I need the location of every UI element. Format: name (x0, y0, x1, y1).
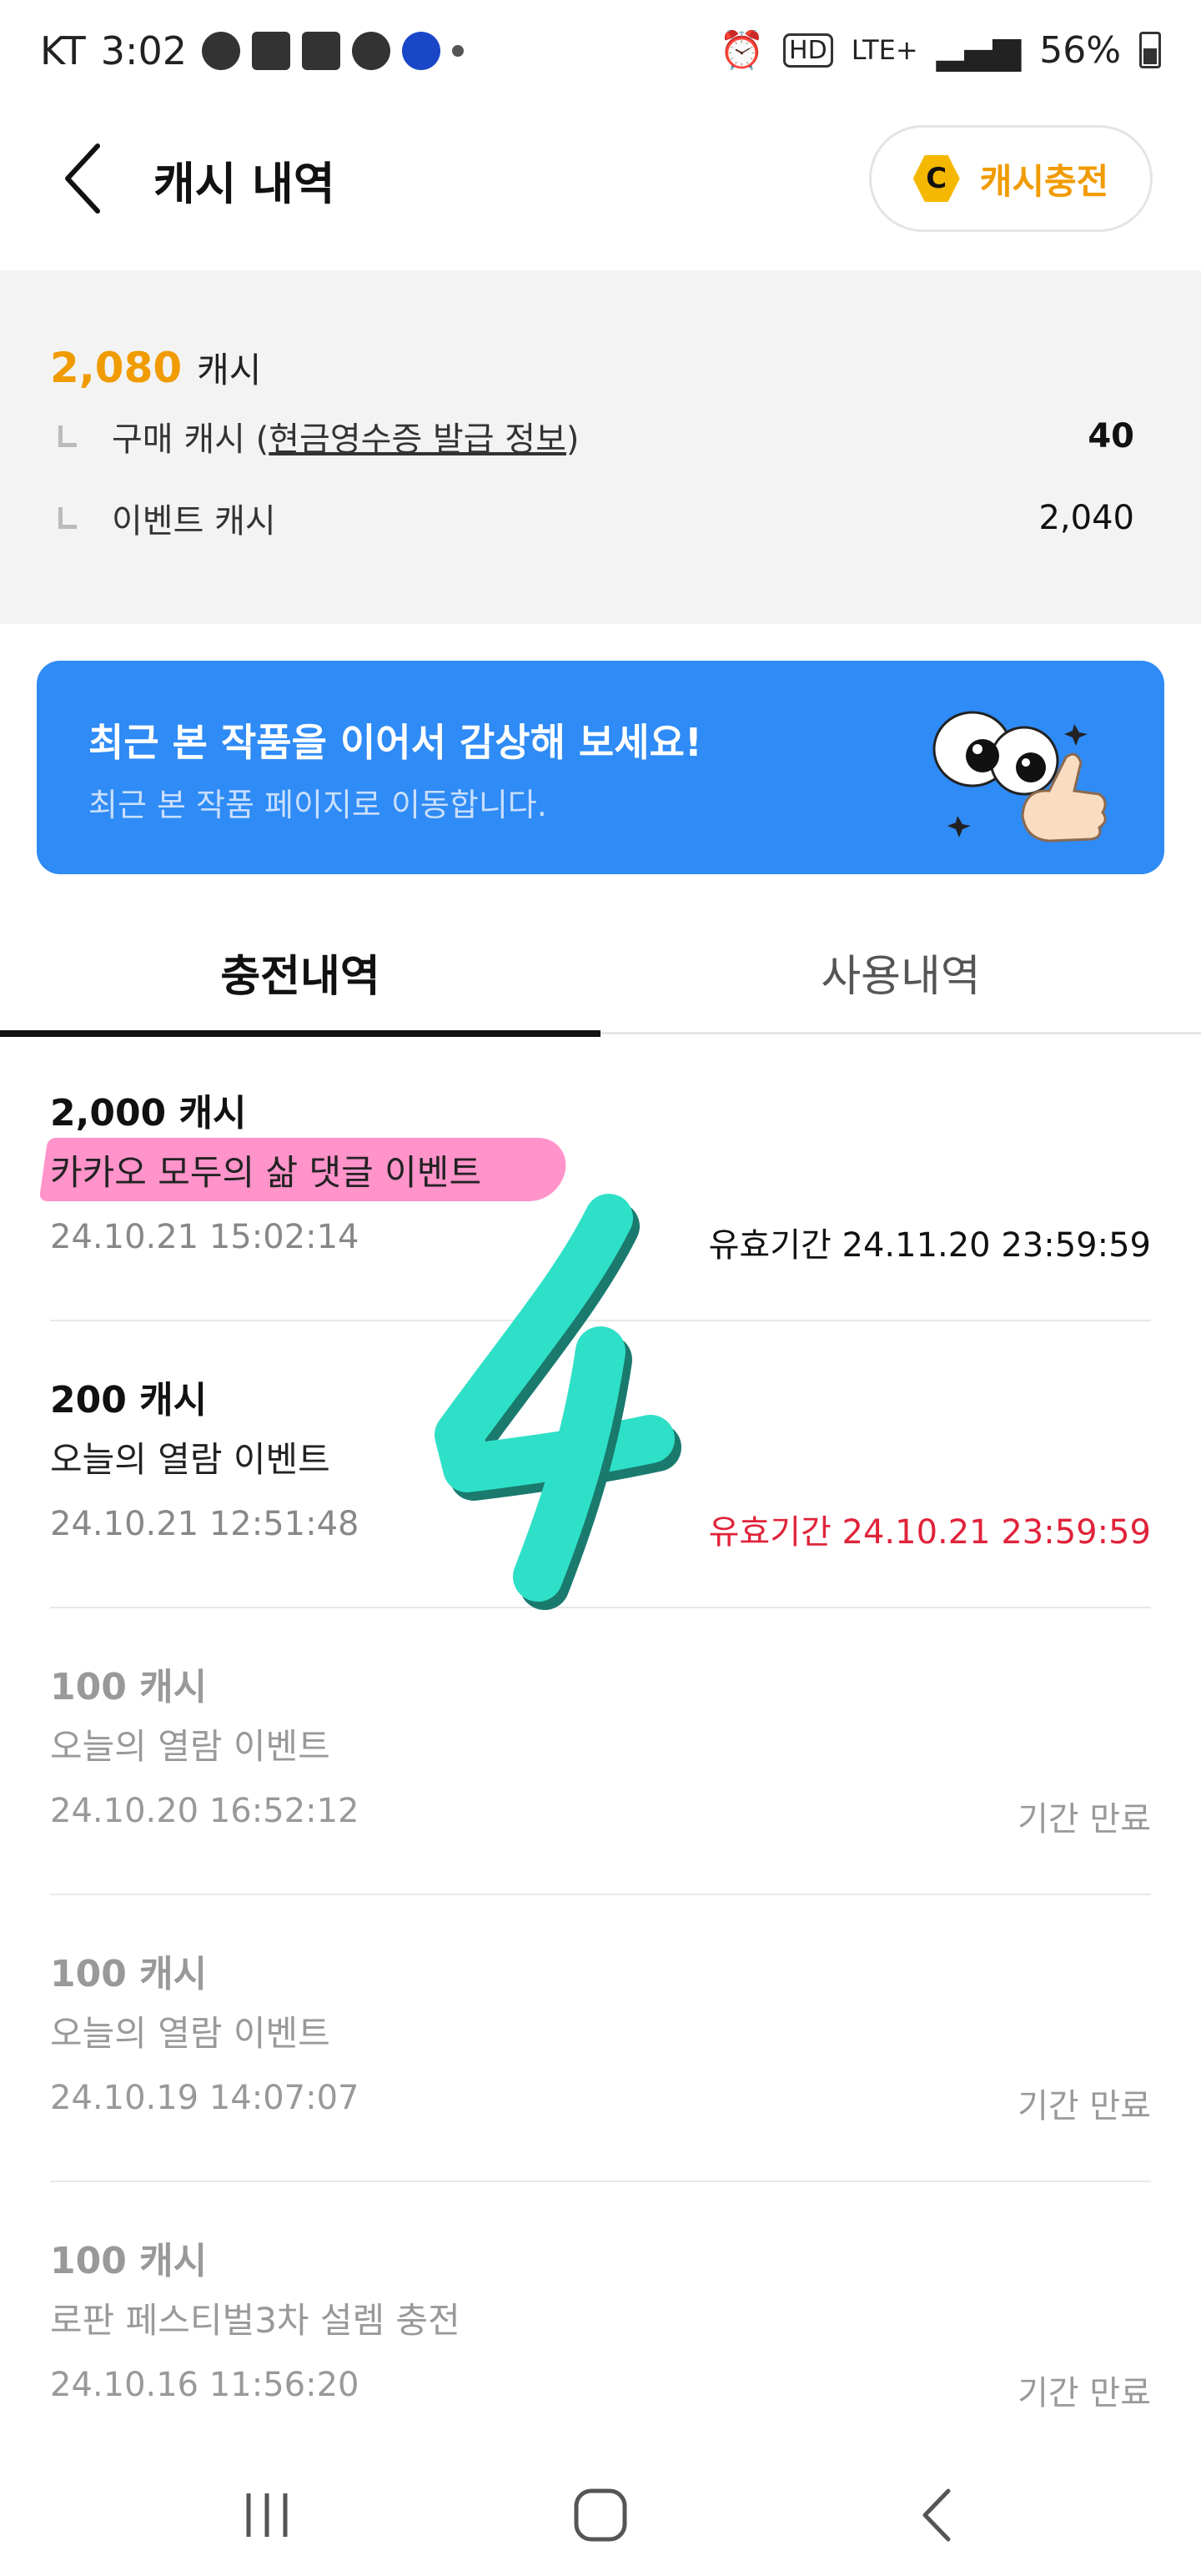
purchase-cash-row: 구매 캐시 (현금영수증 발급 정보) 40 (50, 412, 1134, 460)
sub-item-icon (58, 425, 77, 447)
item-expiry: 유효기간 24.11.20 23:59:59 (708, 1226, 1151, 1265)
item-date: 24.10.21 12:51:48 (50, 1505, 359, 1543)
home-icon (574, 2488, 627, 2542)
sub-item-icon (58, 507, 77, 529)
home-button[interactable] (550, 2478, 651, 2553)
back-button[interactable] (47, 137, 122, 220)
network-label: LTE+ (851, 34, 918, 66)
balance-amount: 2,080 (50, 344, 183, 392)
handwritten-sticker-icon (435, 1194, 681, 1610)
item-date: 24.10.19 14:07:07 (50, 2079, 359, 2117)
item-expired-status: 기간 만료 (1018, 2087, 1151, 2126)
list-item[interactable]: 100 캐시 오늘의 열람 이벤트 24.10.19 14:07:07 기간 만… (50, 1895, 1151, 2182)
battery-icon (1139, 32, 1161, 68)
item-expiry: 유효기간 24.10.21 23:59:59 (708, 1513, 1151, 1552)
app-header: 캐시 내역 C 캐시충전 (0, 103, 1201, 270)
item-date: 24.10.16 11:56:20 (50, 2366, 359, 2404)
cash-receipt-link[interactable]: 현금영수증 발급 정보 (269, 420, 566, 459)
recent-apps-icon (246, 2493, 288, 2537)
banner-subtitle: 최근 본 작품 페이지로 이동합니다. (88, 787, 547, 823)
eyes-thumbs-up-icon (932, 711, 1107, 843)
battery-percent: 56% (1039, 28, 1121, 72)
balance-panel: 2,080 캐시 구매 캐시 (현금영수증 발급 정보) 40 이벤트 캐시 2… (0, 270, 1201, 624)
item-amount: 200 캐시 (50, 1379, 208, 1421)
item-amount: 2,000 캐시 (50, 1092, 247, 1135)
coin-icon: C (912, 155, 960, 202)
item-expired-status: 기간 만료 (1018, 2374, 1151, 2412)
item-expired-status: 기간 만료 (1018, 1800, 1151, 1839)
page-title: 캐시 내역 (153, 158, 335, 210)
tab-charge-history[interactable]: 충전내역 (0, 909, 600, 1037)
app-icon (302, 32, 341, 70)
carrier: KT (40, 28, 86, 73)
talk-icon (202, 32, 241, 70)
nav-back-icon (922, 2488, 951, 2542)
status-bar: KT 3:02 ⏰ HD LTE+ ▂▄▆ 56% (0, 0, 1201, 103)
pill-icon (352, 32, 391, 70)
sol-icon (402, 32, 441, 70)
item-date: 24.10.21 15:02:14 (50, 1218, 359, 1256)
event-cash-value: 2,040 (1038, 499, 1134, 537)
recent-apps-button[interactable] (217, 2478, 317, 2553)
more-dot-icon (452, 45, 465, 57)
signal-icon: ▂▄▆ (936, 28, 1022, 72)
clock: 3:02 (100, 28, 188, 73)
hd-label: HD (783, 33, 833, 68)
recent-works-banner[interactable]: 최근 본 작품을 이어서 감상해 보세요! 최근 본 작품 페이지로 이동합니다… (37, 661, 1164, 874)
item-amount: 100 캐시 (50, 2240, 208, 2282)
status-left: KT 3:02 (40, 28, 465, 73)
list-item[interactable]: 100 캐시 오늘의 열람 이벤트 24.10.20 16:52:12 기간 만… (50, 1608, 1151, 1895)
list-item[interactable]: 100 캐시 로판 페스티벌3차 설렘 충전 24.10.16 11:56:20… (50, 2182, 1151, 2469)
item-amount: 100 캐시 (50, 1666, 208, 1708)
system-nav-bar (0, 2453, 1201, 2576)
item-amount: 100 캐시 (50, 1953, 208, 1995)
balance-unit: 캐시 (197, 350, 262, 390)
event-cash-row: 이벤트 캐시 2,040 (50, 494, 1134, 542)
back-arrow-icon (65, 143, 100, 214)
charge-cash-label: 캐시충전 (979, 160, 1109, 202)
item-name: 오늘의 열람 이벤트 (50, 2013, 330, 2054)
notification-icons (202, 32, 465, 70)
charge-cash-button[interactable]: C 캐시충전 (869, 125, 1153, 232)
purchase-cash-label: 구매 캐시 (현금영수증 발급 정보) (112, 420, 580, 459)
status-right: ⏰ HD LTE+ ▂▄▆ 56% (719, 28, 1161, 72)
balance-total: 2,080 캐시 (50, 342, 261, 393)
item-date: 24.10.20 16:52:12 (50, 1792, 359, 1830)
banner-title: 최근 본 작품을 이어서 감상해 보세요! (88, 720, 702, 765)
note-icon (252, 32, 291, 70)
alarm-icon: ⏰ (719, 29, 766, 72)
tab-usage-history[interactable]: 사용내역 (600, 909, 1201, 1034)
item-name: 로판 페스티벌3차 설렘 충전 (50, 2300, 460, 2341)
item-name: 오늘의 열람 이벤트 (50, 1726, 330, 1767)
nav-back-button[interactable] (887, 2478, 987, 2553)
history-tabs: 충전내역 사용내역 (0, 909, 1201, 1037)
purchase-cash-value: 40 (1088, 417, 1134, 455)
event-cash-label: 이벤트 캐시 (112, 502, 276, 541)
item-name: 오늘의 열람 이벤트 (50, 1439, 330, 1480)
